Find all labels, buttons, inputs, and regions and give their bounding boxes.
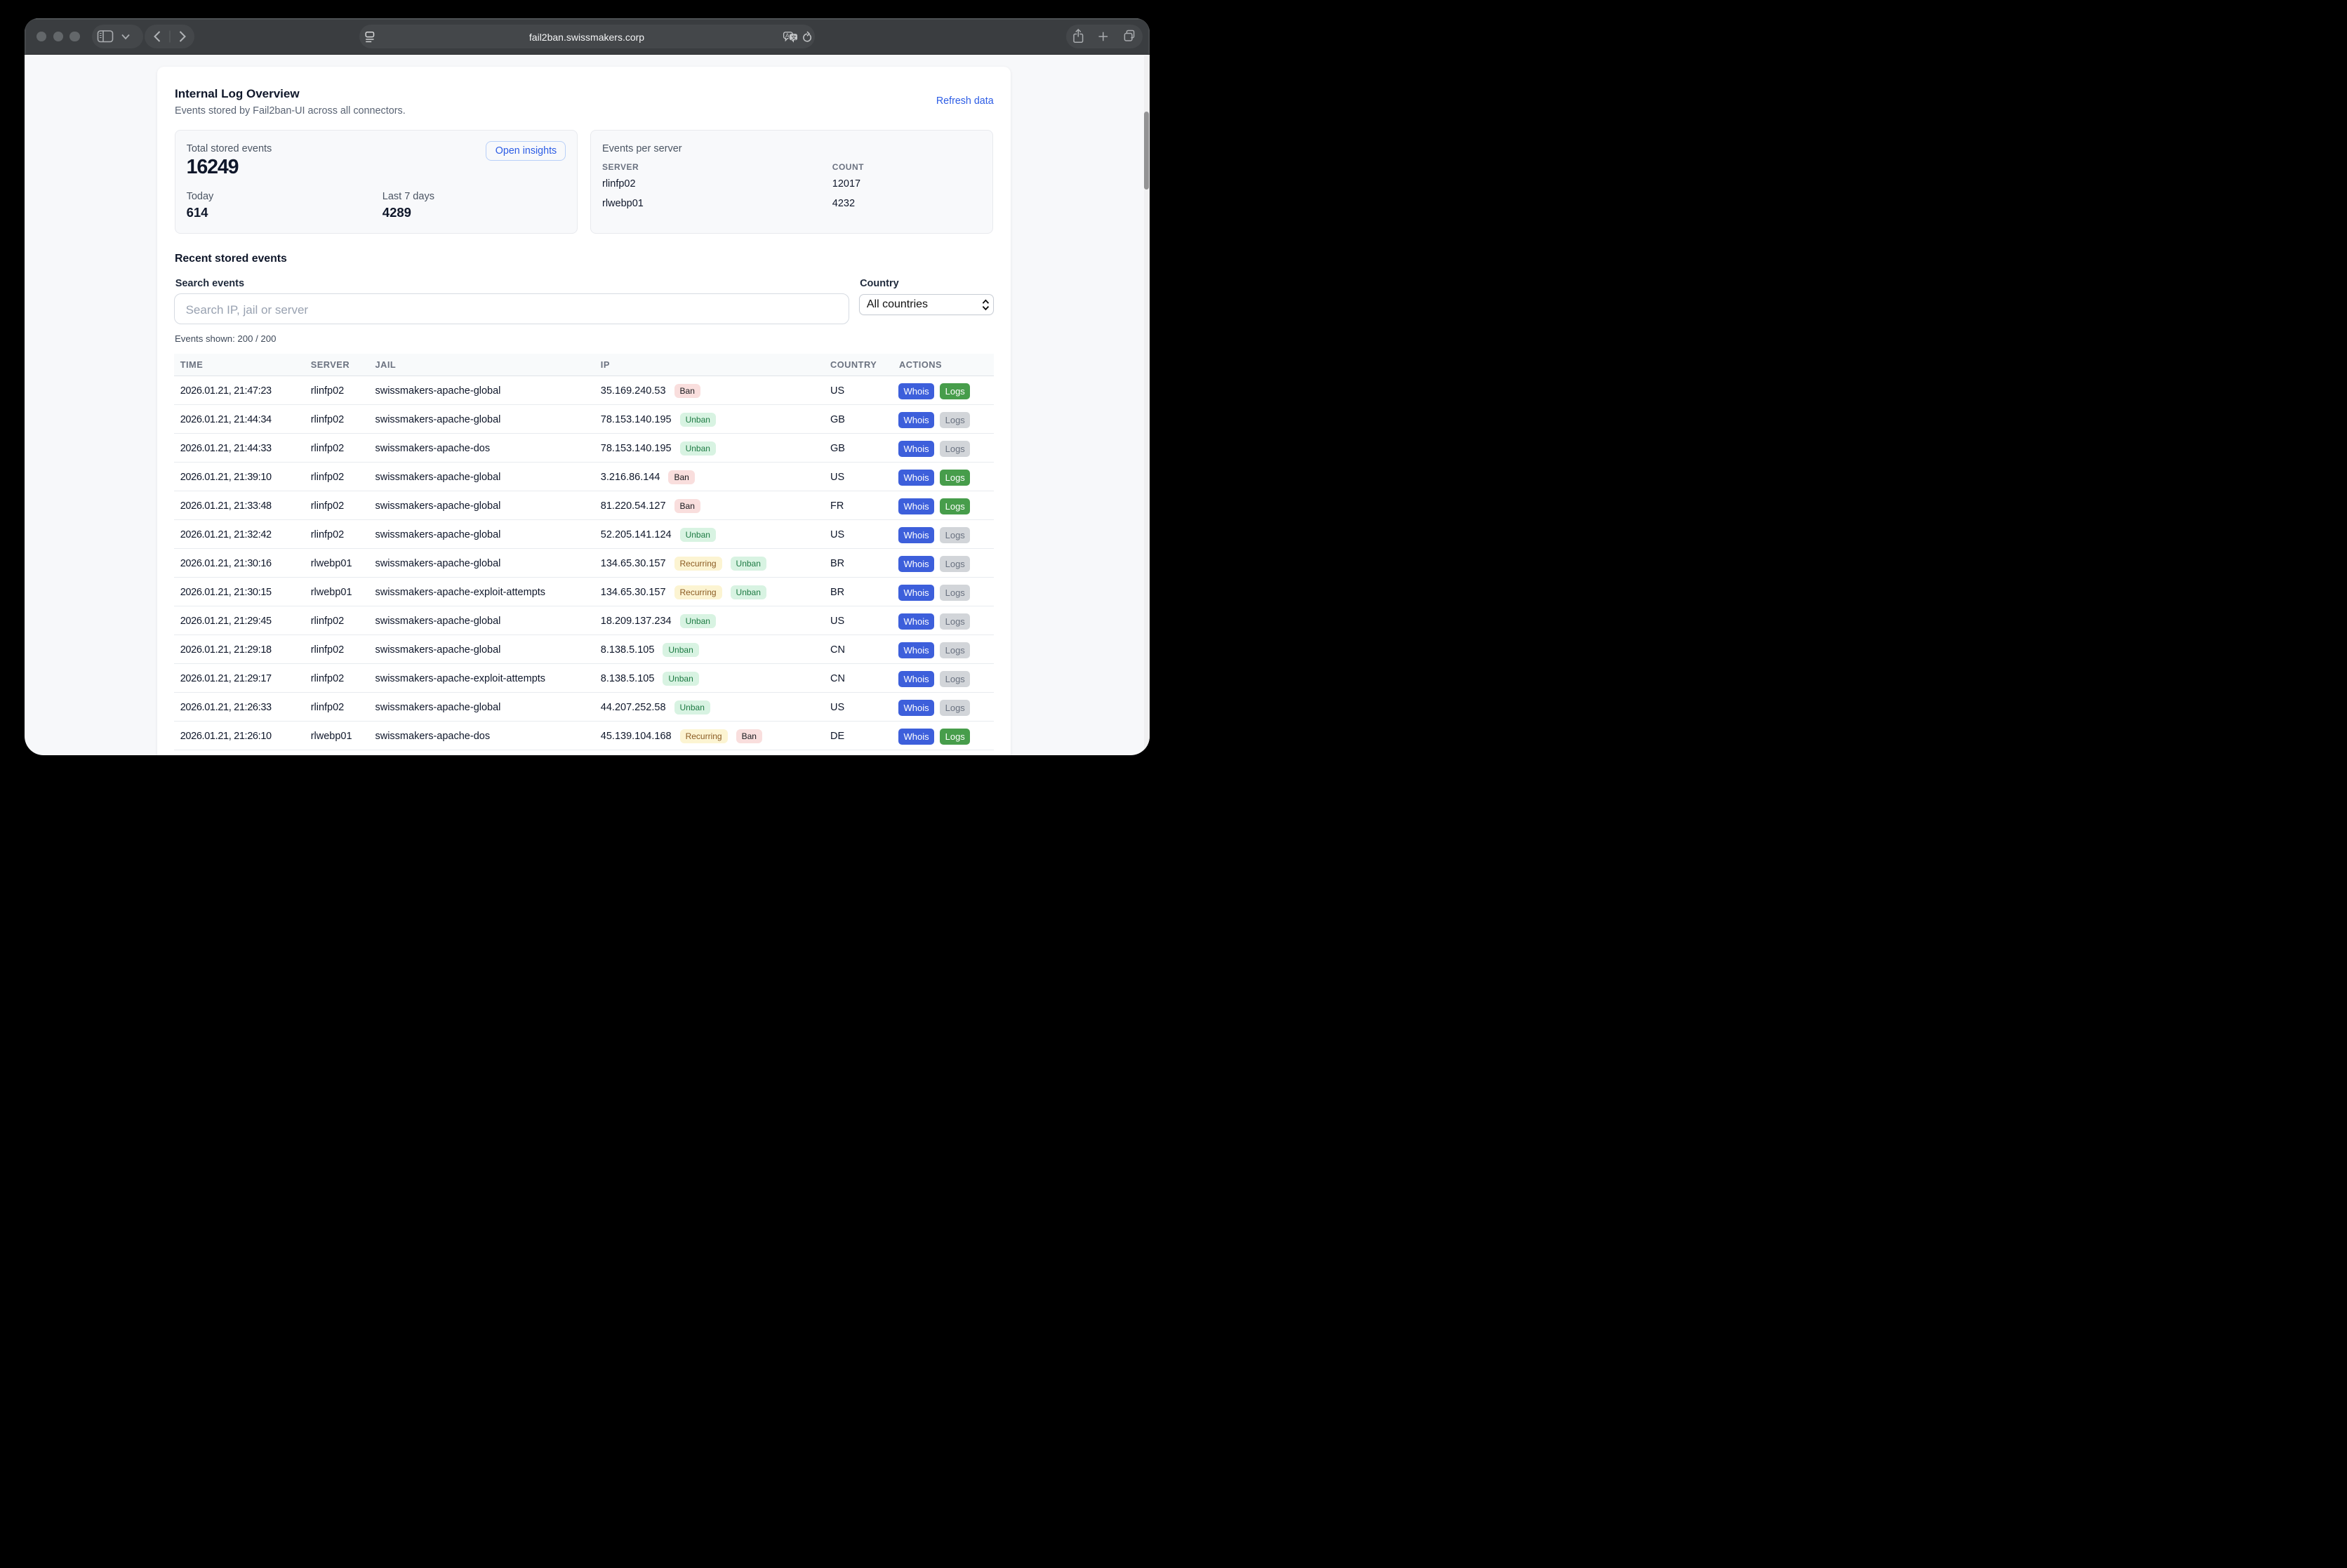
svg-text:A: A [785,32,789,39]
svg-text:文: 文 [791,34,797,41]
